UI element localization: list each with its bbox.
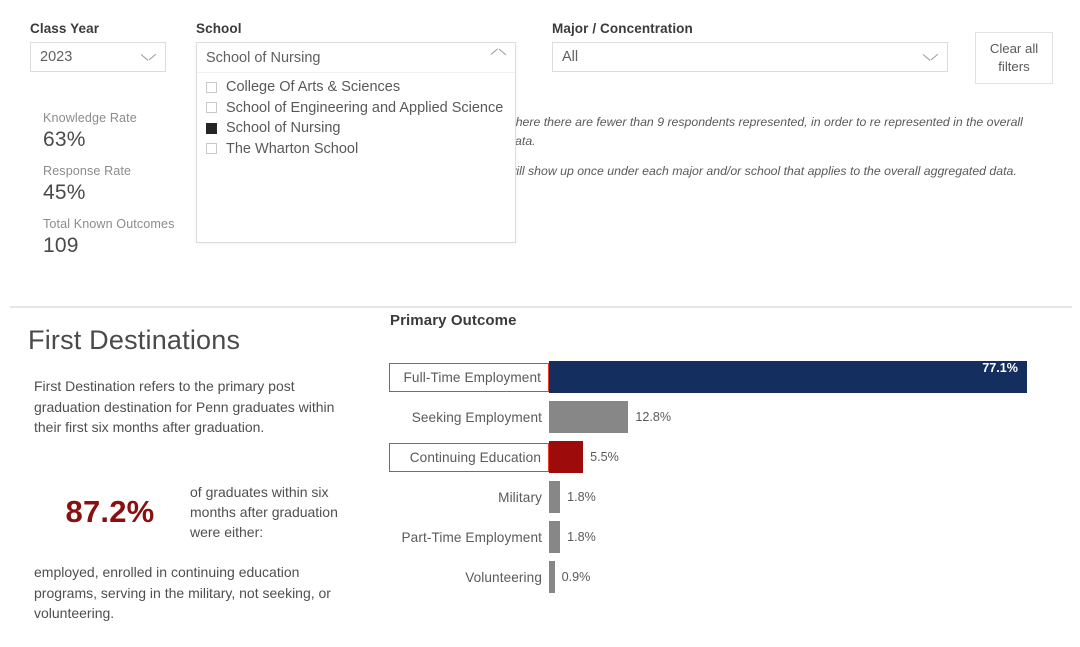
- chart-bar-value: 1.8%: [567, 530, 596, 544]
- major-select[interactable]: All: [552, 42, 948, 72]
- section-divider: [10, 306, 1072, 308]
- chart-bar-area: 1.8%: [549, 481, 1049, 513]
- chart-title: Primary Outcome: [389, 312, 1049, 329]
- chart-bar-label: Seeking Employment: [412, 410, 542, 425]
- metric-response-rate: Response Rate 45%: [43, 164, 175, 205]
- school-option[interactable]: College Of Arts & Sciences: [206, 77, 515, 98]
- first-destinations-footer: employed, enrolled in continuing educati…: [34, 562, 364, 624]
- first-destinations-description: First Destination refers to the primary …: [34, 376, 354, 438]
- metric-label: Knowledge Rate: [43, 111, 175, 125]
- chart-bar-row[interactable]: Military 1.8%: [389, 477, 1049, 517]
- chart-bar-area: 1.8%: [549, 521, 1049, 553]
- chevron-down-icon[interactable]: [923, 53, 937, 62]
- chart-bar-value: 0.9%: [562, 570, 591, 584]
- major-label: Major / Concentration: [552, 21, 948, 36]
- chart-bar-row[interactable]: Part-Time Employment 1.8%: [389, 517, 1049, 557]
- metric-value: 45%: [43, 181, 175, 205]
- chart-bar-label: Part-Time Employment: [402, 530, 543, 545]
- school-option-label: College Of Arts & Sciences: [226, 79, 400, 95]
- page-title: First Destinations: [28, 325, 240, 356]
- headline-stat: 87.2% of graduates within six months aft…: [34, 482, 364, 542]
- chart-bar-value: 1.8%: [567, 490, 596, 504]
- chart-bar-label: Full-Time Employment: [404, 370, 541, 385]
- checkbox-icon[interactable]: [206, 102, 217, 113]
- school-filter: School School of Nursing College Of Arts…: [196, 21, 516, 243]
- chart-bar-rows: Full-Time Employment 77.1% Seeking Employm…: [389, 357, 1049, 597]
- school-option-label: The Wharton School: [226, 141, 358, 157]
- chart-bar-row[interactable]: Continuing Education 5.5%: [389, 437, 1049, 477]
- chevron-down-icon[interactable]: [141, 53, 155, 62]
- school-option[interactable]: The Wharton School: [206, 139, 515, 160]
- chart-bar[interactable]: [549, 521, 560, 553]
- chart-bar-label-wrap[interactable]: Volunteering: [389, 563, 549, 592]
- checkbox-checked-icon[interactable]: [206, 123, 217, 134]
- class-year-select[interactable]: 2023: [30, 42, 166, 72]
- chart-bar[interactable]: [549, 561, 555, 593]
- school-option[interactable]: School of Nursing: [206, 118, 515, 139]
- chart-bar-row[interactable]: Volunteering 0.9%: [389, 557, 1049, 597]
- class-year-value: 2023: [40, 49, 141, 65]
- chart-bar-label-highlighted[interactable]: Full-Time Employment: [389, 363, 549, 392]
- school-option-label: School of Nursing: [226, 120, 340, 136]
- chart-bar-value: 77.1%: [982, 361, 1018, 375]
- school-option[interactable]: School of Engineering and Applied Scienc…: [206, 98, 515, 119]
- school-option-label: School of Engineering and Applied Scienc…: [226, 100, 503, 116]
- chart-bar[interactable]: 77.1%: [549, 361, 1027, 393]
- school-selected-value: School of Nursing: [206, 50, 491, 66]
- major-filter: Major / Concentration All: [552, 21, 948, 72]
- metric-label: Total Known Outcomes: [43, 217, 175, 231]
- headline-stat-text: of graduates within six months after gra…: [186, 482, 364, 542]
- headline-stat-value: 87.2%: [34, 494, 186, 530]
- chart-bar-area: 0.9%: [549, 561, 1049, 593]
- chevron-up-icon[interactable]: [491, 53, 505, 62]
- chart-bar[interactable]: [549, 481, 560, 513]
- filter-bar: Class Year 2023 Knowledge Rate 63% Respo…: [0, 0, 1080, 300]
- chart-bar-area: 77.1%: [549, 361, 1049, 393]
- major-value: All: [562, 49, 923, 65]
- chart-bar[interactable]: [549, 401, 628, 433]
- school-option-list[interactable]: College Of Arts & Sciences School of Engi…: [197, 73, 515, 242]
- chart-bar-value: 12.8%: [635, 410, 671, 424]
- school-multiselect[interactable]: School of Nursing College Of Arts & Scie…: [196, 42, 516, 243]
- metric-value: 63%: [43, 128, 175, 152]
- school-label: School: [196, 21, 516, 36]
- chart-bar-label: Volunteering: [465, 570, 542, 585]
- school-select-header[interactable]: School of Nursing: [197, 43, 515, 73]
- chart-bar-label-wrap[interactable]: Part-Time Employment: [389, 523, 549, 552]
- class-year-filter: Class Year 2023: [30, 21, 166, 72]
- metric-value: 109: [43, 234, 175, 258]
- clear-all-filters-line1: Clear all: [990, 40, 1038, 58]
- chart-bar-area: 5.5%: [549, 441, 1049, 473]
- metric-knowledge-rate: Knowledge Rate 63%: [43, 111, 175, 152]
- checkbox-icon[interactable]: [206, 143, 217, 154]
- chart-bar-label: Military: [498, 490, 542, 505]
- checkbox-icon[interactable]: [206, 82, 217, 93]
- metric-total-known-outcomes: Total Known Outcomes 109: [43, 217, 175, 258]
- chart-bar[interactable]: [549, 441, 583, 473]
- clear-all-filters-line2: filters: [998, 58, 1030, 76]
- clear-all-filters-button[interactable]: Clear all filters: [975, 32, 1053, 84]
- primary-outcome-chart: Primary Outcome Full-Time Employment 77.1…: [389, 312, 1049, 597]
- chart-bar-label-highlighted[interactable]: Continuing Education: [389, 443, 549, 472]
- chart-bar-value: 5.5%: [590, 450, 619, 464]
- chart-bar-label-wrap[interactable]: Military: [389, 483, 549, 512]
- chart-bar-label: Continuing Education: [410, 450, 541, 465]
- chart-bar-area: 12.8%: [549, 401, 1049, 433]
- class-year-label: Class Year: [30, 21, 166, 36]
- metric-label: Response Rate: [43, 164, 175, 178]
- chart-bar-row[interactable]: Seeking Employment 12.8%: [389, 397, 1049, 437]
- metrics-panel: Knowledge Rate 63% Response Rate 45% Tot…: [43, 111, 175, 258]
- chart-bar-label-wrap[interactable]: Seeking Employment: [389, 403, 549, 432]
- chart-bar-row[interactable]: Full-Time Employment 77.1%: [389, 357, 1049, 397]
